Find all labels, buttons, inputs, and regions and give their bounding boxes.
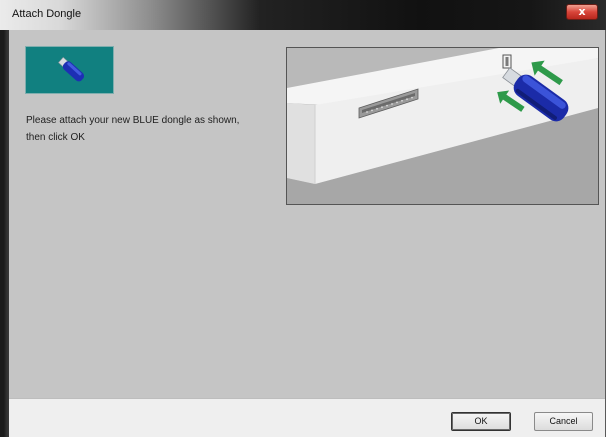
blue-dongle-icon — [25, 46, 114, 94]
dialog-body: Please attach your new BLUE dongle as sh… — [9, 30, 605, 398]
instruction-message: Please attach your new BLUE dongle as sh… — [26, 112, 266, 146]
close-icon: x — [578, 5, 586, 18]
title-bar[interactable]: Attach Dongle x — [0, 0, 606, 30]
window-title: Attach Dongle — [12, 8, 82, 20]
dongle-insertion-illustration — [286, 47, 599, 205]
illustration-graphic — [287, 48, 598, 204]
attach-dongle-dialog: Attach Dongle x Please attach your new B… — [0, 0, 606, 437]
instruction-line-1: Please attach your new BLUE dongle as sh… — [26, 115, 240, 126]
usb-port — [502, 54, 512, 69]
ok-button[interactable]: OK — [451, 412, 511, 431]
dialog-footer: OK Cancel — [9, 398, 605, 437]
dongle-icon-graphic — [58, 56, 85, 82]
instruction-line-2: then click OK — [26, 132, 85, 143]
close-button[interactable]: x — [566, 4, 598, 20]
cancel-button[interactable]: Cancel — [534, 412, 593, 431]
window-left-edge — [0, 30, 9, 437]
